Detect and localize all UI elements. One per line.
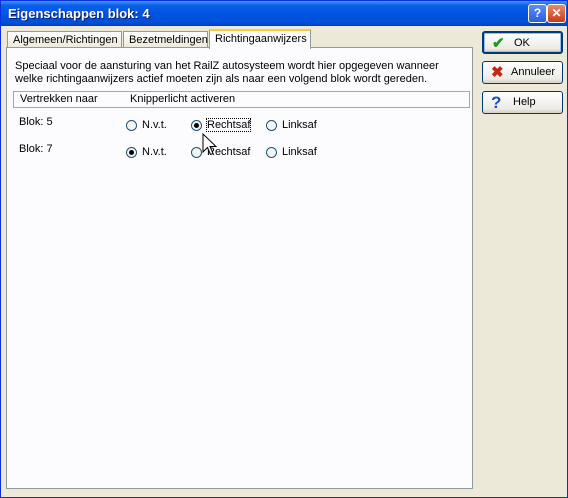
window-title: Eigenschappen blok: 4 [8,6,150,21]
titlebar-help-button[interactable]: ? [528,4,547,23]
row-label-blok-5: Blok: 5 [19,116,53,128]
mouse-cursor-icon [202,133,218,156]
tab-panel: Speciaal voor de aansturing van het Rail… [6,47,473,489]
ok-button[interactable]: ✔ OK [482,31,563,54]
x-icon: ✖ [491,64,504,81]
radio-blok7-linksaf[interactable] [266,147,277,158]
titlebar-close-button[interactable]: ✕ [547,4,566,23]
dialog-window: Eigenschappen blok: 4 ? ✕ Algemeen/Richt… [0,0,568,498]
tab-richtingaanwijzers[interactable]: Richtingaanwijzers [209,29,311,49]
tab-bezetmeldingen[interactable]: Bezetmeldingen [123,31,208,48]
radio-label: Linksaf [282,119,317,131]
annuleer-button[interactable]: ✖ Annuleer [482,61,563,84]
title-bar[interactable]: Eigenschappen blok: 4 ? ✕ [1,1,567,26]
radio-label: Linksaf [282,146,317,158]
radio-label: N.v.t. [142,146,167,158]
help-button[interactable]: ? Help [482,91,563,114]
list-header: Vertrekken naar Knipperlicht activeren [13,91,470,108]
question-icon: ? [491,93,502,112]
tab-algemeen-richtingen[interactable]: Algemeen/Richtingen [7,31,122,48]
radio-label: N.v.t. [142,119,167,131]
radio-blok7-nvt[interactable] [126,147,137,158]
radio-blok5-rechtsaf[interactable] [191,120,202,131]
column-header-knipperlicht: Knipperlicht activeren [130,93,236,105]
row-label-blok-7: Blok: 7 [19,143,53,155]
radio-blok7-rechtsaf[interactable] [191,147,202,158]
radio-label: Rechtsaf [205,118,252,132]
description-text: Speciaal voor de aansturing van het Rail… [15,60,439,85]
radio-blok5-linksaf[interactable] [266,120,277,131]
radio-blok5-nvt[interactable] [126,120,137,131]
column-header-vertrekken: Vertrekken naar [20,93,98,105]
checkmark-icon: ✔ [492,35,505,52]
